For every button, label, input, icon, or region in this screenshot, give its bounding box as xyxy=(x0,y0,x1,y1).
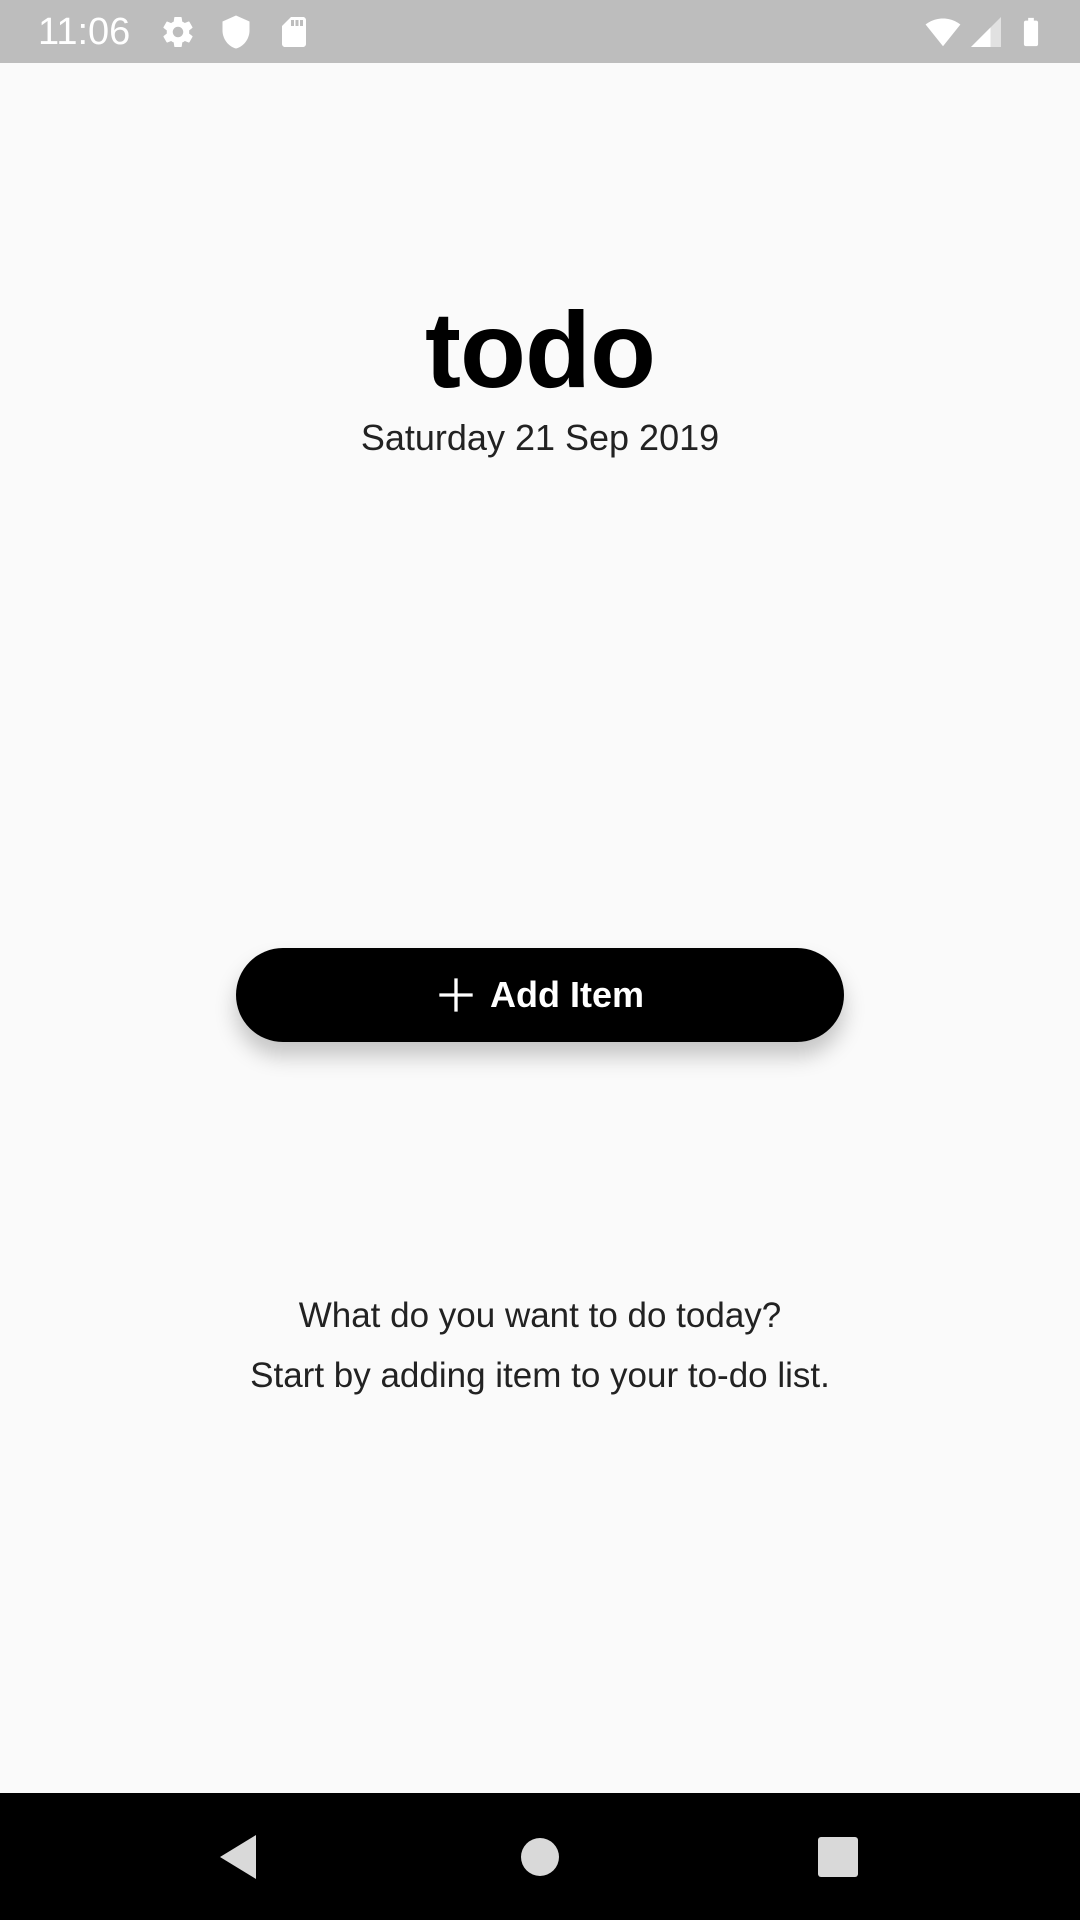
sd-card-icon xyxy=(276,14,312,50)
home-icon xyxy=(521,1837,559,1876)
status-bar: 11:06 xyxy=(0,0,1080,63)
add-item-button[interactable]: Add Item xyxy=(236,948,844,1042)
plus-icon xyxy=(439,978,473,1012)
shield-icon xyxy=(218,14,254,50)
empty-state-line-1: What do you want to do today? xyxy=(298,1296,782,1335)
status-time: 11:06 xyxy=(38,11,131,53)
wifi-icon xyxy=(922,14,964,50)
page-title: todo xyxy=(425,289,656,410)
recents-button[interactable] xyxy=(778,1793,898,1920)
todo-screen: 11:06 todo Saturday 21 Sep 2019 Add Item… xyxy=(0,0,1080,1920)
back-icon xyxy=(220,1834,256,1879)
cell-signal-icon xyxy=(968,14,1004,50)
add-item-label: Add Item xyxy=(489,974,644,1015)
recents-icon xyxy=(818,1836,858,1877)
gear-icon xyxy=(160,14,196,50)
battery-icon xyxy=(1014,14,1048,50)
date-label: Saturday 21 Sep 2019 xyxy=(360,417,720,458)
empty-state-line-2: Start by adding item to your to-do list. xyxy=(250,1356,830,1395)
navigation-bar xyxy=(0,1793,1080,1920)
home-button[interactable] xyxy=(480,1793,600,1920)
back-button[interactable] xyxy=(178,1793,298,1920)
